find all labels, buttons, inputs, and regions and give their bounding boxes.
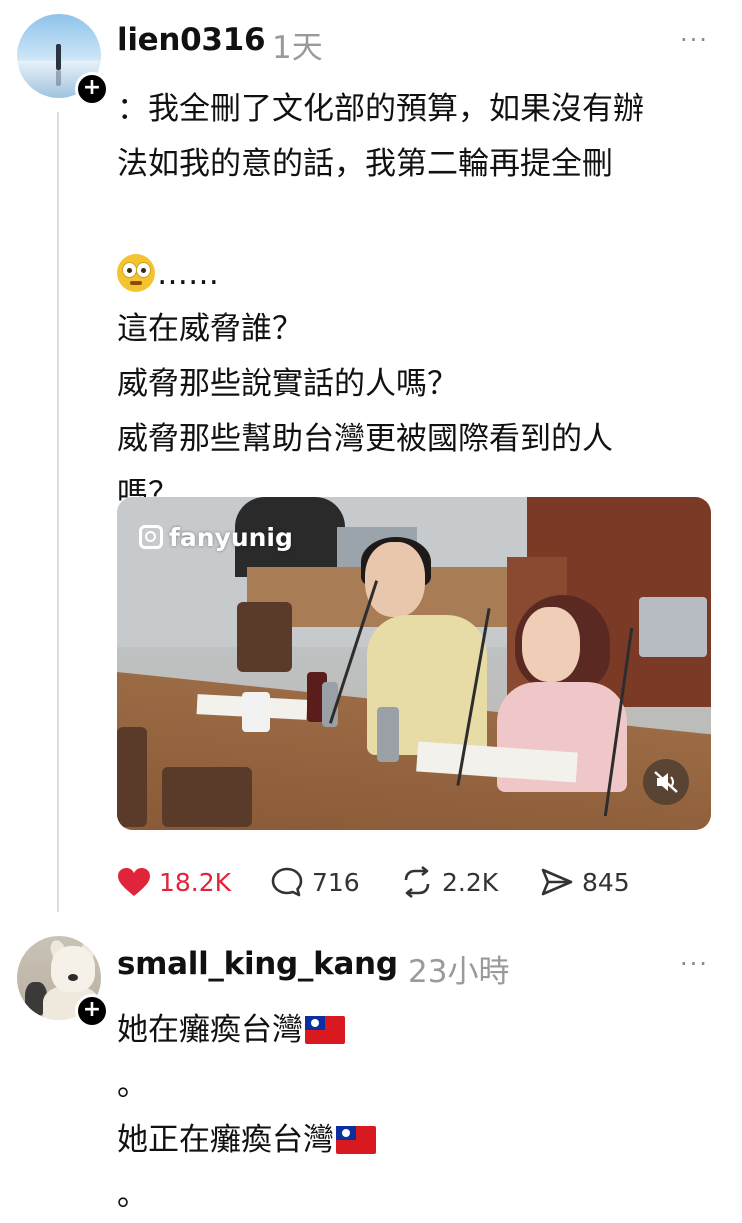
follow-plus-icon[interactable]: + [75,72,109,106]
instagram-icon [139,525,163,549]
reply-count: 716 [312,867,360,897]
avatar-dog [51,946,95,992]
share-button[interactable]: 845 [540,864,630,900]
post-line-flag: 她在癱瘓台灣 [117,1003,727,1058]
video-player[interactable]: fanyunig [117,497,711,830]
post-line [117,192,727,247]
post-line: 法如我的意的話，我第二輪再提全刪 [117,146,613,182]
post-line-text: 她正在癱瘓台灣 [117,1122,334,1158]
repost-button[interactable]: 2.2K [400,864,498,900]
muted-speaker-icon[interactable] [643,759,689,805]
post-line: 。 [117,1177,148,1213]
comment-icon [271,867,303,897]
ellipsis-text: …… [157,256,219,292]
post-body: ：我全刪了文化部的預算，如果沒有辦 法如我的意的話，我第二輪再提全刪 …… 這在… [117,82,727,522]
follow-plus-icon[interactable]: + [75,994,109,1028]
video-person-right [522,607,580,682]
share-count: 845 [582,867,630,897]
like-count: 18.2K [159,867,232,897]
repost-icon [404,866,430,898]
post-line: ：我全刪了文化部的預算，如果沒有辦 [117,91,644,127]
post-time: 1天 [272,30,323,66]
username[interactable]: small_king_kang [117,946,398,982]
reply-button[interactable]: 716 [270,864,360,900]
avatar-reflection [56,70,61,86]
thread-line [57,112,59,912]
taiwan-flag-icon [305,1016,345,1044]
avatar-figure [56,44,61,70]
username[interactable]: lien0316 [117,22,266,58]
post-body: 她在癱瘓台灣 。 她正在癱瘓台灣 。 [117,1003,727,1223]
post-line: 威脅那些說實話的人嗎？ [117,366,458,402]
more-options-icon[interactable]: ··· [680,26,709,54]
repost-count: 2.2K [442,867,499,897]
post-time: 23小時 [408,954,510,990]
video-laptop [639,597,707,657]
post-line: 。 [117,1067,148,1103]
post-line-emoji: …… [117,247,727,302]
send-icon [541,868,573,896]
post-line: 這在威脅誰？ [117,311,303,347]
video-person-left [365,542,425,617]
flushed-face-emoji-icon [117,254,155,292]
heart-icon [118,868,150,896]
more-options-icon[interactable]: ··· [680,950,709,978]
like-button[interactable]: 18.2K [117,864,231,900]
post-line-flag: 她正在癱瘓台灣 [117,1113,727,1168]
post-line: 威脅那些幫助台灣更被國際看到的人 [117,421,613,457]
watermark-text: fanyunig [169,523,293,552]
post-line-text: 她在癱瘓台灣 [117,1012,303,1048]
taiwan-flag-icon [336,1126,376,1154]
video-watermark: fanyunig [139,523,293,552]
